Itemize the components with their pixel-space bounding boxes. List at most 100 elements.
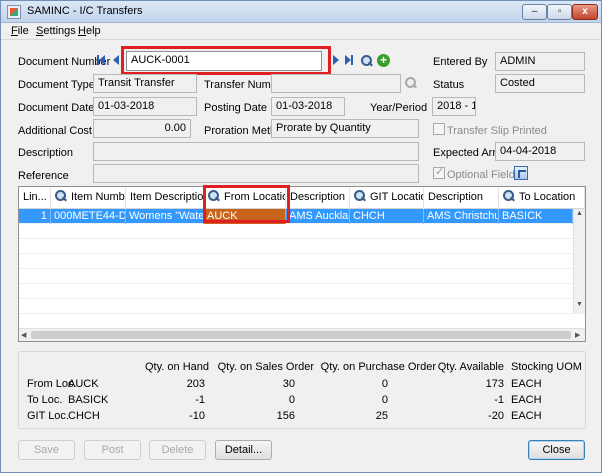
summary-to-loc-uom: EACH [511,394,542,406]
additional-cost-field: 0.00 [93,119,191,138]
year-period-label: Year/Period [370,102,428,114]
summary-from-loc-sales-order: 30 [282,378,295,390]
cell-line[interactable]: 1 [19,209,51,224]
menu-bar: File Settings Help [1,23,601,40]
summary-git-loc-label: GIT Loc. [27,410,69,422]
optional-fields-checkbox [433,165,445,179]
table-row-empty[interactable] [19,284,585,299]
git-location-search-icon[interactable] [354,190,366,202]
column-header-git-location-text: GIT Location [370,191,423,203]
post-button[interactable]: Post [84,440,141,460]
close-window-button[interactable]: x [572,4,598,20]
cell-to-location[interactable]: BASICK [499,209,573,224]
transfer-slip-checkbox [433,123,445,135]
summary-to-loc-label: To Loc. [27,394,63,406]
transfer-number-field [271,74,401,93]
to-location-search-icon[interactable] [503,190,515,202]
column-header-git-location[interactable]: GIT Location [350,187,424,209]
column-header-item-description[interactable]: Item Description [126,187,204,209]
expected-arrival-field: 04-04-2018 [495,142,585,161]
menu-file-accel: F [11,25,18,37]
summary-git-loc-sales-order: 156 [276,410,295,422]
entered-by-label: Entered By [433,56,488,68]
cell-item-description[interactable]: Womens "Water"... [126,209,204,224]
menu-settings-label: ettings [43,25,76,37]
summary-from-loc-on-hand: 203 [186,378,205,390]
location-quantity-summary: Qty. on Hand Qty. on Sales Order Qty. on… [18,351,586,429]
table-row-empty[interactable] [19,224,585,239]
last-record-button[interactable] [345,55,357,67]
scroll-right-arrow-icon[interactable]: ▶ [575,331,580,339]
summary-header-on-hand: Qty. on Hand [145,361,209,373]
year-period-field: 2018 - 12 [432,97,476,116]
save-button[interactable]: Save [18,440,75,460]
transfer-slip-label: Transfer Slip Printed [447,125,547,137]
document-type-label: Document Type [18,79,95,91]
scroll-up-arrow-icon[interactable]: ▲ [576,210,583,217]
document-date-field: 01-03-2018 [93,97,197,116]
cell-git-description[interactable]: AMS Christchurch [424,209,499,224]
status-label: Status [433,79,465,91]
cell-from-description[interactable]: AMS Auckland [286,209,350,224]
maximize-button[interactable]: ▫ [547,4,572,20]
cell-item-number[interactable]: 000METE44-D-... [51,209,126,224]
cell-git-location[interactable]: CHCH [350,209,424,224]
table-row-empty[interactable] [19,269,585,284]
ic-transfers-window: SAMINC - I/C Transfers – ▫ x File Settin… [0,0,602,473]
grid-horizontal-scrollbar[interactable]: ◀ ▶ [19,328,585,341]
column-header-to-location[interactable]: To Location [499,187,585,209]
new-document-plus-icon[interactable]: + [377,54,390,67]
summary-header-stocking-uom: Stocking UOM [511,361,582,373]
document-type-field: Transit Transfer [93,74,197,93]
summary-to-loc-sales-order: 0 [288,394,295,406]
entered-by-field: ADMIN [495,52,585,71]
summary-from-loc-purchase-order: 0 [381,378,388,390]
grid-vertical-scrollbar[interactable]: ▲ ▼ [573,209,585,313]
summary-git-loc-purchase-order: 25 [375,410,388,422]
posting-date-label: Posting Date [204,102,267,114]
minimize-button[interactable]: – [522,4,547,20]
optional-fields-zoom-icon[interactable] [514,166,528,180]
description-field [93,142,419,161]
menu-help-label: elp [85,25,101,37]
summary-to-loc-on-hand: -1 [195,394,205,406]
menu-file[interactable]: File [11,25,29,37]
summary-git-loc-on-hand: -10 [189,410,205,422]
summary-to-loc-purchase-order: 0 [381,394,388,406]
table-row-empty[interactable] [19,239,585,254]
document-date-label: Document Date [18,102,95,114]
scroll-left-arrow-icon[interactable]: ◀ [21,331,26,339]
table-row[interactable]: 1 000METE44-D-... Womens "Water"... AUCK… [19,209,573,224]
first-record-button[interactable] [97,55,109,67]
item-number-search-icon[interactable] [55,190,67,202]
close-button[interactable]: Close [528,440,585,460]
grid-horizontal-scroll-thumb[interactable] [31,331,571,339]
column-header-line[interactable]: Lin... [19,187,51,209]
column-header-item-number[interactable]: Item Number [51,187,126,209]
summary-git-loc-location: CHCH [68,410,100,422]
summary-from-loc-available: 173 [485,378,504,390]
optional-fields-label: Optional Fields [447,169,521,181]
menu-help-accel: H [78,25,86,37]
grid-header: Lin... Item Number Item Description From… [19,187,585,209]
column-header-from-description[interactable]: Description [286,187,350,209]
table-row-empty[interactable] [19,299,585,314]
summary-git-loc-uom: EACH [511,410,542,422]
column-header-git-description[interactable]: Description [424,187,499,209]
menu-help[interactable]: Help [78,25,101,37]
menu-settings[interactable]: Settings [36,25,76,37]
column-header-from-description-text: Description [290,191,346,203]
summary-to-loc-available: -1 [494,394,504,406]
table-row-empty[interactable] [19,314,585,329]
summary-git-loc-available: -20 [488,410,504,422]
scroll-down-arrow-icon[interactable]: ▼ [576,301,583,308]
next-record-button[interactable] [333,55,345,67]
table-row-empty[interactable] [19,254,585,269]
document-finder-search-icon[interactable] [361,55,373,67]
delete-button[interactable]: Delete [149,440,206,460]
detail-button[interactable]: Detail... [215,440,272,460]
menu-file-label: ile [17,25,29,37]
column-header-item-description-text: Item Description [130,191,204,203]
transfer-detail-grid: Lin... Item Number Item Description From… [18,186,586,342]
annotation-box-document-number [121,46,331,75]
